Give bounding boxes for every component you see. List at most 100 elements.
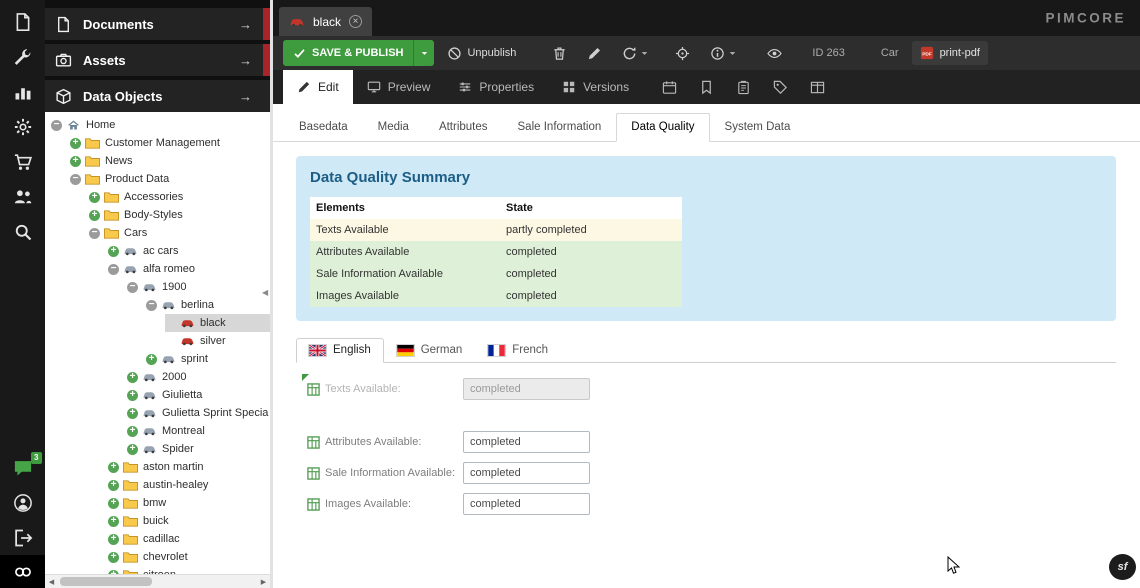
tree-item-spider[interactable]: Spider: [45, 440, 270, 458]
expander-plus-icon[interactable]: [127, 408, 138, 419]
print-pdf-button[interactable]: print-pdf: [912, 41, 988, 65]
delete-button[interactable]: [545, 40, 574, 66]
tab-properties[interactable]: Properties: [444, 70, 548, 104]
expander-plus-icon[interactable]: [127, 390, 138, 401]
tab-basedata[interactable]: Basedata: [284, 113, 363, 142]
unpublish-button[interactable]: Unpublish: [440, 40, 523, 66]
sale-information-available-input[interactable]: [463, 462, 590, 484]
collapse-panel-icon[interactable]: ◀: [262, 288, 268, 297]
search-icon[interactable]: [13, 222, 33, 242]
save-publish-button[interactable]: SAVE & PUBLISH: [283, 40, 434, 66]
expander-minus-icon[interactable]: [108, 264, 119, 275]
logout-icon[interactable]: [13, 528, 33, 548]
tab-versions[interactable]: Versions: [548, 70, 643, 104]
schedule-button[interactable]: [651, 70, 688, 104]
tree-item-silver[interactable]: silver: [45, 332, 270, 350]
tree-item-alfa-romeo[interactable]: alfa romeo: [45, 260, 270, 278]
tree-item-body-styles[interactable]: Body-Styles: [45, 206, 270, 224]
tree-item-giulietta[interactable]: Giulietta: [45, 386, 270, 404]
expander-minus-icon[interactable]: [51, 120, 62, 131]
info-button[interactable]: [703, 40, 744, 66]
tree-item-2000[interactable]: 2000: [45, 368, 270, 386]
rename-button[interactable]: [580, 40, 609, 66]
expander-plus-icon[interactable]: [127, 444, 138, 455]
tab-language-french[interactable]: French: [475, 338, 561, 363]
tree-item-1900[interactable]: 1900: [45, 278, 270, 296]
expander-plus-icon[interactable]: [70, 138, 81, 149]
document-icon[interactable]: [13, 12, 33, 32]
gear-icon[interactable]: [13, 117, 33, 137]
expander-minus-icon[interactable]: [127, 282, 138, 293]
tree-item-cadillac[interactable]: cadillac: [45, 530, 270, 548]
tree-item-product-data[interactable]: Product Data: [45, 170, 270, 188]
expander-plus-icon[interactable]: [108, 246, 119, 257]
chart-icon[interactable]: [13, 82, 33, 102]
expander-plus-icon[interactable]: [70, 156, 81, 167]
sidebar-item-data-objects[interactable]: Data Objects →: [45, 80, 270, 112]
expander-minus-icon[interactable]: [70, 174, 81, 185]
tree-item-sprint[interactable]: sprint: [45, 350, 270, 368]
tab-data-quality[interactable]: Data Quality: [616, 113, 709, 142]
tree-item-montreal[interactable]: Montreal: [45, 422, 270, 440]
texts-available-input[interactable]: [463, 378, 590, 400]
locate-in-tree-button[interactable]: [668, 40, 697, 66]
reports-button[interactable]: [799, 70, 836, 104]
tab-edit[interactable]: Edit: [283, 70, 353, 104]
tab-language-german[interactable]: German: [384, 338, 476, 363]
user-icon[interactable]: [13, 493, 33, 513]
chat-icon[interactable]: 3: [13, 458, 33, 478]
tree-item-giulietta-sprint-speciale[interactable]: Gulietta Sprint Specia: [45, 404, 270, 422]
expander-minus-icon[interactable]: [146, 300, 157, 311]
tree-item-black[interactable]: black: [45, 314, 270, 332]
tab-media[interactable]: Media: [363, 113, 424, 142]
tree-item-citroen[interactable]: citroen: [45, 566, 270, 574]
tree-item-accessories[interactable]: Accessories: [45, 188, 270, 206]
tree-item-chevrolet[interactable]: chevrolet: [45, 548, 270, 566]
expander-plus-icon[interactable]: [108, 462, 119, 473]
users-icon[interactable]: [13, 187, 33, 207]
expander-plus-icon[interactable]: [146, 354, 157, 365]
tab-sale-information[interactable]: Sale Information: [503, 113, 617, 142]
tree-item-customer-management[interactable]: Customer Management: [45, 134, 270, 152]
tab-black[interactable]: black ×: [279, 7, 372, 36]
tab-language-english[interactable]: English: [296, 338, 384, 363]
attributes-available-input[interactable]: [463, 431, 590, 453]
sidebar-item-documents[interactable]: Documents →: [45, 8, 270, 40]
tree-item-home[interactable]: Home: [45, 116, 270, 134]
panel-splitter[interactable]: [270, 0, 273, 588]
expander-plus-icon[interactable]: [108, 534, 119, 545]
tag-button[interactable]: [762, 70, 799, 104]
save-options-caret-icon[interactable]: [413, 40, 434, 66]
expander-plus-icon[interactable]: [108, 516, 119, 527]
notes-button[interactable]: [725, 70, 762, 104]
expander-plus-icon[interactable]: [89, 210, 100, 221]
tree-item-austin-healey[interactable]: austin-healey: [45, 476, 270, 494]
reload-button[interactable]: [615, 40, 656, 66]
tab-preview[interactable]: Preview: [353, 70, 445, 104]
expander-plus-icon[interactable]: [108, 480, 119, 491]
cart-icon[interactable]: [13, 152, 33, 172]
expander-minus-icon[interactable]: [89, 228, 100, 239]
tree-item-berlina[interactable]: berlina: [45, 296, 270, 314]
sidebar-item-assets[interactable]: Assets →: [45, 44, 270, 76]
scroll-right-arrow-icon[interactable]: ▶: [257, 578, 270, 586]
tree-item-cars[interactable]: Cars: [45, 224, 270, 242]
bookmark-button[interactable]: [688, 70, 725, 104]
symfony-profiler-icon[interactable]: sf: [1109, 554, 1136, 580]
scroll-left-arrow-icon[interactable]: ◀: [45, 578, 58, 586]
wrench-icon[interactable]: [13, 47, 33, 67]
tree-item-bmw[interactable]: bmw: [45, 494, 270, 512]
expander-plus-icon[interactable]: [108, 552, 119, 563]
tree-item-buick[interactable]: buick: [45, 512, 270, 530]
tree-item-ac-cars[interactable]: ac cars: [45, 242, 270, 260]
tab-attributes[interactable]: Attributes: [424, 113, 503, 142]
expander-plus-icon[interactable]: [108, 498, 119, 509]
tree-item-news[interactable]: News: [45, 152, 270, 170]
tree-horizontal-scrollbar[interactable]: ◀ ▶: [45, 574, 270, 588]
tab-system-data[interactable]: System Data: [710, 113, 806, 142]
expander-plus-icon[interactable]: [89, 192, 100, 203]
close-tab-icon[interactable]: ×: [349, 15, 362, 28]
images-available-input[interactable]: [463, 493, 590, 515]
expander-plus-icon[interactable]: [127, 372, 138, 383]
open-preview-button[interactable]: [760, 40, 789, 66]
